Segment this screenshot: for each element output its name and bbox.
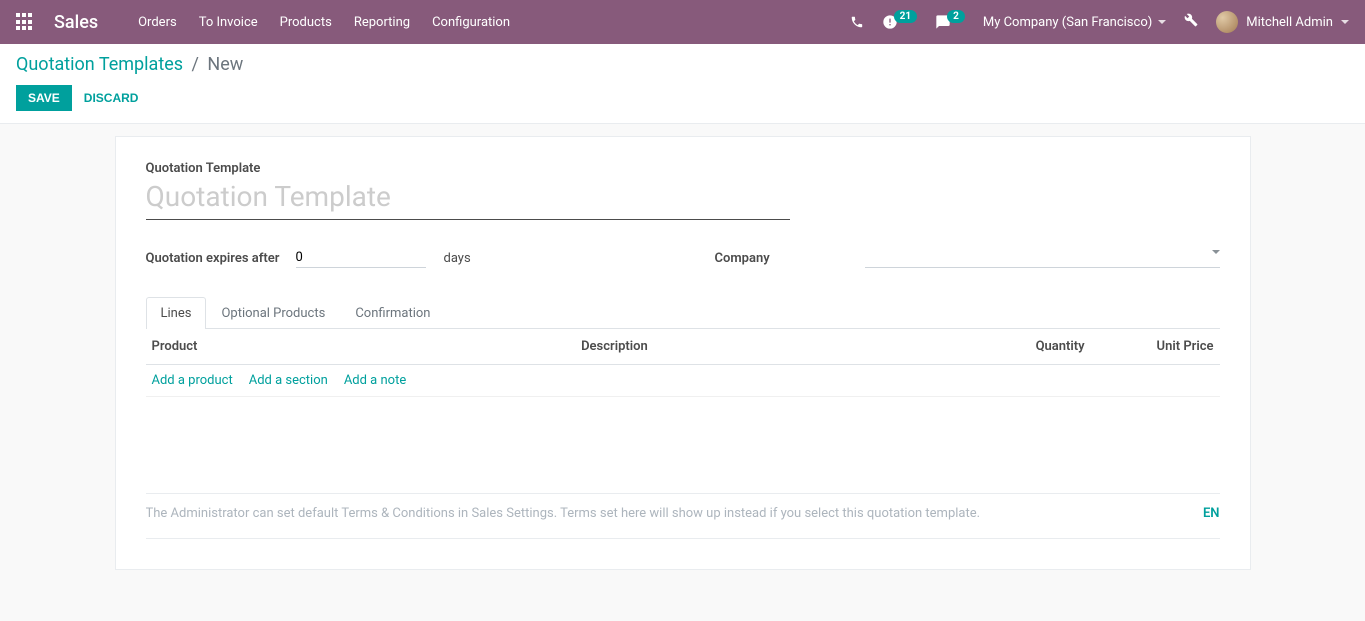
menu-configuration[interactable]: Configuration [432, 15, 510, 30]
expires-input[interactable] [296, 248, 426, 268]
main-menu: Orders To Invoice Products Reporting Con… [138, 15, 510, 30]
tab-confirmation[interactable]: Confirmation [340, 297, 445, 329]
chevron-down-icon [1158, 20, 1166, 24]
chevron-down-icon [1212, 250, 1220, 254]
company-dropdown[interactable] [865, 248, 1220, 268]
template-name-input[interactable] [146, 176, 790, 220]
field-group: Quotation expires after days Company [146, 248, 1220, 268]
menu-products[interactable]: Products [280, 15, 332, 30]
tab-optional-products[interactable]: Optional Products [206, 297, 340, 329]
action-buttons: SAVE DISCARD [16, 85, 1349, 111]
activities-badge: 21 [894, 10, 917, 23]
expires-label: Quotation expires after [146, 251, 286, 266]
control-panel: Quotation Templates / New SAVE DISCARD [0, 44, 1365, 124]
debug-icon[interactable] [1184, 13, 1198, 31]
discard-button[interactable]: DISCARD [84, 91, 139, 105]
terms-row: EN [146, 493, 1220, 539]
col-quantity: Quantity [962, 329, 1091, 365]
navbar-right: 21 2 My Company (San Francisco) Mitchell… [850, 11, 1349, 33]
messages-badge: 2 [947, 10, 965, 23]
user-name: Mitchell Admin [1246, 15, 1333, 30]
menu-reporting[interactable]: Reporting [354, 15, 410, 30]
phone-icon[interactable] [850, 15, 864, 29]
expires-field: Quotation expires after days [146, 248, 651, 268]
company-label: Company [715, 251, 855, 266]
lines-table: Product Description Quantity Unit Price … [146, 329, 1220, 469]
add-links-row: Add a product Add a section Add a note [146, 365, 1220, 397]
breadcrumb: Quotation Templates / New [16, 54, 1349, 75]
terms-lang-button[interactable]: EN [1203, 506, 1220, 521]
col-product: Product [146, 329, 576, 365]
add-product-link[interactable]: Add a product [152, 373, 233, 388]
expires-suffix: days [444, 251, 471, 266]
breadcrumb-current: New [207, 54, 243, 75]
add-note-link[interactable]: Add a note [344, 373, 406, 388]
breadcrumb-parent[interactable]: Quotation Templates [16, 54, 183, 75]
user-menu[interactable]: Mitchell Admin [1216, 11, 1349, 33]
col-unit-price: Unit Price [1091, 329, 1220, 365]
company-switcher[interactable]: My Company (San Francisco) [983, 15, 1166, 30]
form-sheet: Quotation Template Quotation expires aft… [115, 136, 1251, 570]
breadcrumb-separator: / [192, 54, 199, 75]
lines-table-area: Product Description Quantity Unit Price … [146, 329, 1220, 469]
apps-icon[interactable] [16, 13, 34, 31]
menu-to-invoice[interactable]: To Invoice [199, 15, 258, 30]
company-field: Company [715, 248, 1220, 268]
save-button[interactable]: SAVE [16, 85, 72, 111]
title-label: Quotation Template [146, 161, 1220, 176]
messages-icon[interactable]: 2 [935, 14, 965, 30]
app-brand[interactable]: Sales [54, 12, 98, 33]
avatar [1216, 11, 1238, 33]
navbar: Sales Orders To Invoice Products Reporti… [0, 0, 1365, 44]
tab-lines[interactable]: Lines [146, 297, 207, 329]
terms-textarea[interactable] [146, 506, 1187, 526]
activities-icon[interactable]: 21 [882, 14, 917, 30]
tabs: Lines Optional Products Confirmation [146, 296, 1220, 329]
company-name: My Company (San Francisco) [983, 15, 1152, 30]
add-section-link[interactable]: Add a section [249, 373, 328, 388]
col-description: Description [575, 329, 962, 365]
chevron-down-icon [1341, 20, 1349, 24]
menu-orders[interactable]: Orders [138, 15, 177, 30]
form-wrapper: Quotation Template Quotation expires aft… [0, 124, 1365, 600]
